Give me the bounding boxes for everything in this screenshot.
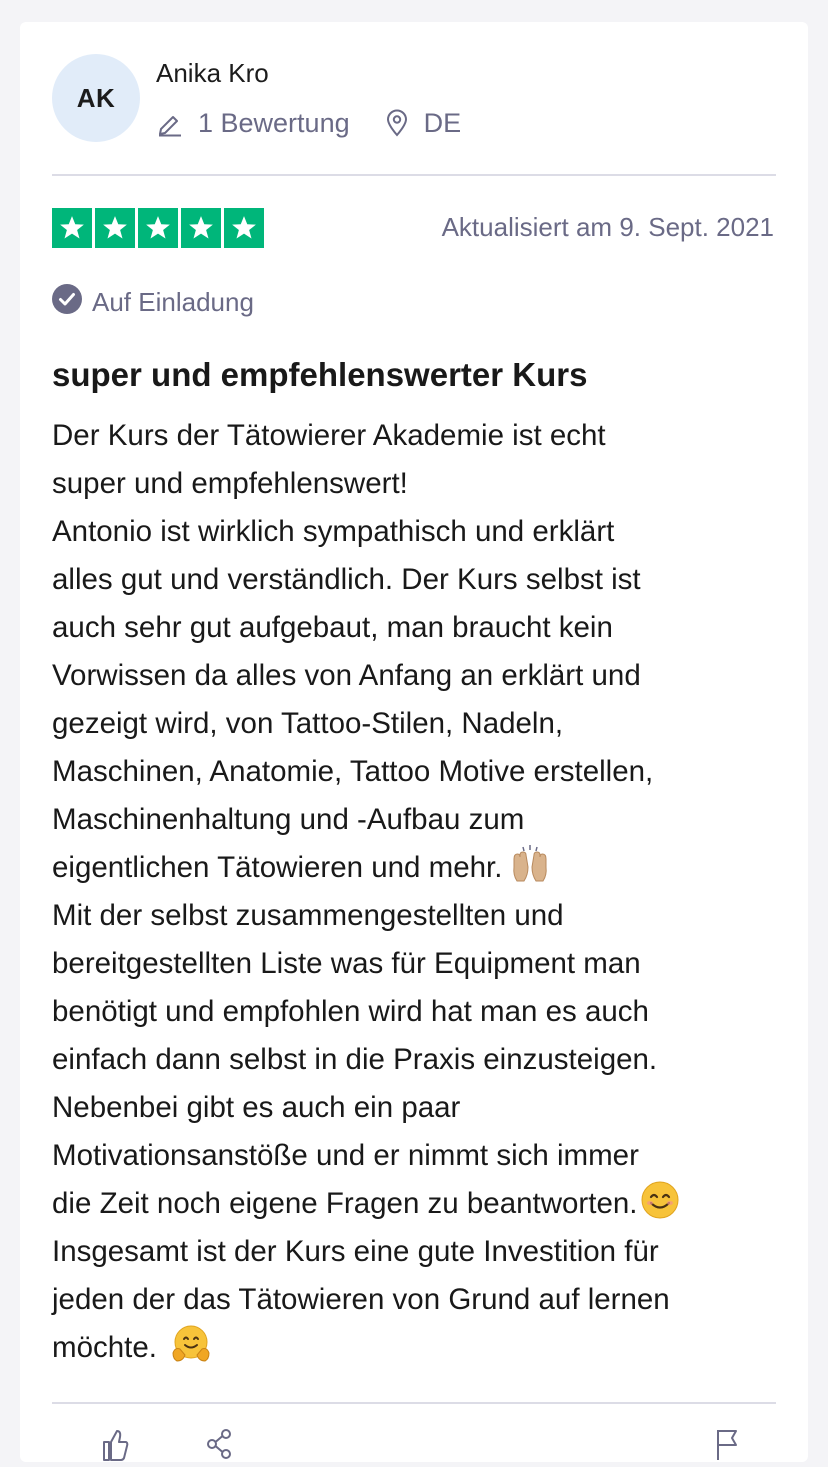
- star-icon: [95, 208, 135, 248]
- raised-hands-emoji: [510, 845, 550, 898]
- review-line: Insgesamt ist der Kurs eine gute Investi…: [52, 1235, 659, 1268]
- review-line-with-emoji: eigentlichen Tätowieren und mehr.: [52, 844, 792, 892]
- pencil-icon: [156, 109, 184, 137]
- review-count: 1 Bewertung: [198, 107, 350, 138]
- reviewer-name[interactable]: Anika Kro: [156, 58, 269, 89]
- review-line-with-emoji: die Zeit noch eigene Fragen zu beantwort…: [52, 1180, 792, 1228]
- review-line-with-emoji: möchte.: [52, 1324, 792, 1372]
- check-circle-icon: [52, 284, 82, 321]
- review-line: super und empfehlenswert!: [52, 467, 408, 500]
- star-icon: [52, 208, 92, 248]
- star-icon: [181, 208, 221, 248]
- smiling-face-emoji: [641, 1181, 679, 1234]
- invited-badge[interactable]: Auf Einladung: [52, 284, 254, 321]
- review-line: Mit der selbst zusammengestellten und: [52, 899, 564, 932]
- review-line: jeden der das Tätowieren von Grund auf l…: [52, 1283, 670, 1316]
- header-divider: [52, 174, 776, 176]
- review-line: die Zeit noch eigene Fragen zu beantwort…: [52, 1187, 638, 1220]
- review-line: auch sehr gut aufgebaut, man braucht kei…: [52, 611, 613, 644]
- avatar-initials: AK: [76, 82, 116, 113]
- review-line: alles gut und verständlich. Der Kurs sel…: [52, 563, 641, 596]
- review-date: Aktualisiert am 9. Sept. 2021: [441, 212, 774, 242]
- review-line: Maschinenhaltung und -Aufbau zum: [52, 803, 525, 836]
- thumbs-up-icon[interactable]: [100, 1426, 130, 1467]
- star-icon: [224, 208, 264, 248]
- star-rating: [52, 208, 264, 248]
- star-icon: [138, 208, 178, 248]
- location-pin-icon: [384, 109, 410, 137]
- hugging-face-emoji: [171, 1325, 211, 1378]
- review-text: Der Kurs der Tätowierer Akademie ist ech…: [52, 412, 792, 1372]
- avatar[interactable]: AK: [52, 54, 140, 142]
- review-line: Vorwissen da alles von Anfang an erklärt…: [52, 659, 641, 692]
- invited-label: Auf Einladung: [92, 287, 254, 317]
- reviewer-country: DE: [423, 107, 462, 138]
- review-line: möchte.: [52, 1331, 157, 1364]
- review-card: AK Anika Kro 1 Bewertung DE Aktualisiert…: [20, 22, 808, 1462]
- review-line: Der Kurs der Tätowierer Akademie ist ech…: [52, 419, 606, 452]
- review-line: bereitgestellten Liste was für Equipment…: [52, 947, 641, 980]
- review-line: gezeigt wird, von Tattoo-Stilen, Nadeln,: [52, 707, 564, 740]
- review-line: einfach dann selbst in die Praxis einzus…: [52, 1043, 658, 1076]
- review-line: Motivationsanstöße und er nimmt sich imm…: [52, 1139, 639, 1172]
- review-line: Maschinen, Anatomie, Tattoo Motive erste…: [52, 755, 654, 788]
- review-line: Nebenbei gibt es auch ein paar: [52, 1091, 461, 1124]
- review-title[interactable]: super und empfehlenswerter Kurs: [52, 356, 587, 394]
- reviewer-meta: 1 Bewertung DE: [156, 106, 461, 140]
- review-line: Antonio ist wirklich sympathisch und erk…: [52, 515, 615, 548]
- review-actions: [20, 1426, 808, 1466]
- review-line: eigentlichen Tätowieren und mehr.: [52, 851, 503, 884]
- review-line: benötigt und empfohlen wird hat man es a…: [52, 995, 649, 1028]
- flag-icon[interactable]: [714, 1426, 740, 1467]
- share-icon[interactable]: [204, 1426, 234, 1467]
- footer-divider: [52, 1402, 776, 1404]
